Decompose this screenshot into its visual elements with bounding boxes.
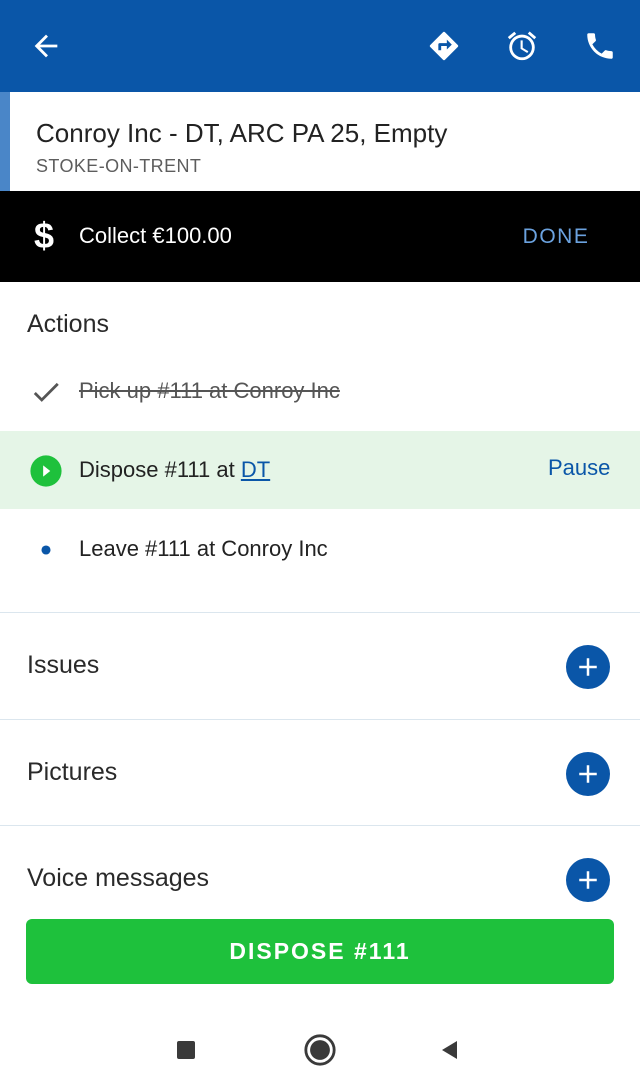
square-icon: [177, 1041, 195, 1059]
plus-icon: [579, 765, 597, 783]
header-accent-bar: [0, 92, 10, 191]
alarm-icon: [507, 31, 537, 61]
dt-link[interactable]: DT: [241, 457, 270, 482]
add-voice-message-button[interactable]: [566, 858, 610, 902]
circle-icon: [304, 1034, 336, 1066]
directions-icon: [429, 31, 459, 61]
action-item-pickup[interactable]: Pick up #111 at Conroy Inc: [0, 352, 640, 430]
dot-icon: [28, 532, 64, 568]
alarm-button[interactable]: [498, 22, 546, 70]
arrow-left-icon: [34, 34, 58, 58]
plus-icon: [579, 871, 597, 889]
system-back-button[interactable]: [432, 1032, 468, 1068]
issues-label: Issues: [27, 651, 100, 679]
directions-button[interactable]: [420, 22, 468, 70]
recent-apps-button[interactable]: [168, 1032, 204, 1068]
add-issue-button[interactable]: [566, 645, 610, 689]
phone-icon: [587, 33, 613, 59]
collect-payment-bar: $ Collect €100.00 DONE: [0, 191, 640, 282]
action-label: Pick up #111 at Conroy Inc: [79, 378, 340, 403]
voice-messages-section: Voice messages: [0, 825, 640, 931]
order-location: STOKE-ON-TRENT: [36, 156, 202, 176]
dollar-icon: $: [33, 215, 55, 256]
voice-messages-label: Voice messages: [27, 864, 210, 892]
actions-heading: Actions: [27, 310, 109, 338]
triangle-back-icon: [442, 1041, 457, 1059]
order-title: Conroy Inc - DT, ARC PA 25, Empty: [36, 118, 448, 148]
dispose-button[interactable]: DISPOSE #111: [26, 919, 614, 984]
back-button[interactable]: [22, 22, 70, 70]
action-item-dispose[interactable]: Dispose #111 at DT Pause: [0, 431, 640, 509]
collect-amount: Collect €100.00: [79, 223, 232, 248]
home-button[interactable]: [302, 1032, 338, 1068]
action-label-prefix: Dispose #111 at: [79, 457, 241, 482]
plus-icon: [579, 658, 597, 676]
pictures-section: Pictures: [0, 719, 640, 825]
pictures-label: Pictures: [27, 758, 118, 786]
action-item-leave[interactable]: Leave #111 at Conroy Inc: [0, 510, 640, 588]
done-button[interactable]: DONE: [508, 219, 604, 255]
system-navigation-bar: [0, 1010, 640, 1085]
check-icon: [28, 374, 64, 410]
action-label: Leave #111 at Conroy Inc: [79, 536, 328, 561]
top-app-bar: [0, 0, 640, 92]
pause-button[interactable]: Pause: [548, 455, 610, 481]
add-picture-button[interactable]: [566, 752, 610, 796]
issues-section: Issues: [0, 612, 640, 718]
play-circle-icon: [28, 453, 64, 489]
order-header: Conroy Inc - DT, ARC PA 25, Empty STOKE-…: [0, 92, 640, 191]
action-label: Dispose #111 at DT: [79, 457, 270, 483]
phone-button[interactable]: [576, 22, 624, 70]
